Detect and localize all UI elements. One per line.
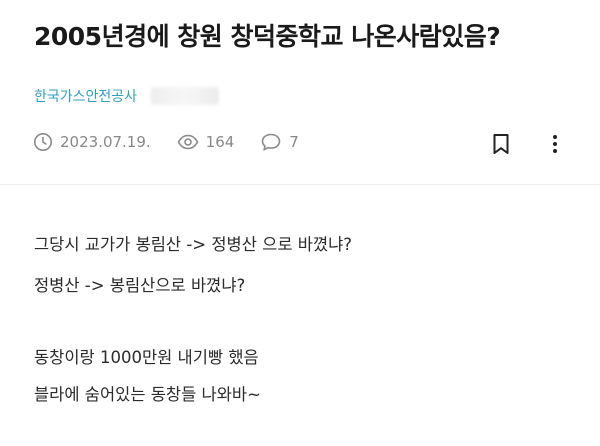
post-date-text: 2023.07.19. (60, 133, 151, 151)
post-comments[interactable]: 7 (260, 132, 299, 152)
bookmark-icon (493, 134, 509, 154)
post-body-line: 정병산 -> 봉림산으로 바꼈냐? (34, 276, 246, 295)
post-meta: 2023.07.19. 164 7 (33, 132, 325, 152)
post-views-count: 164 (205, 133, 235, 151)
clock-icon (34, 133, 52, 151)
speech-bubble-icon (261, 133, 281, 151)
more-dots-icon (553, 135, 557, 153)
post-title: 2005년경에 창원 창덕중학교 나온사람있음? (34, 22, 501, 51)
post-comments-count: 7 (289, 133, 299, 151)
author-company[interactable]: 한국가스안전공사 (34, 86, 137, 106)
eye-icon (177, 134, 199, 150)
post-date: 2023.07.19. (33, 132, 151, 152)
post-views: 164 (177, 132, 235, 152)
divider (0, 184, 600, 185)
post-page: 2005년경에 창원 창덕중학교 나온사람있음? 한국가스안전공사 2023.0… (0, 0, 600, 446)
post-body-line: 그당시 교가가 봉림산 -> 정병산 으로 바꼈냐? (34, 235, 353, 254)
bookmark-button[interactable] (490, 132, 512, 156)
post-actions (490, 132, 566, 156)
post-body-line: 동창이랑 1000만원 내기빵 했음 (34, 348, 259, 367)
more-options-button[interactable] (544, 132, 566, 156)
post-body-line: 블라에 숨어있는 동창들 나와바~ (34, 385, 261, 404)
author-row: 한국가스안전공사 (34, 86, 220, 106)
author-nickname-blurred (151, 87, 220, 105)
